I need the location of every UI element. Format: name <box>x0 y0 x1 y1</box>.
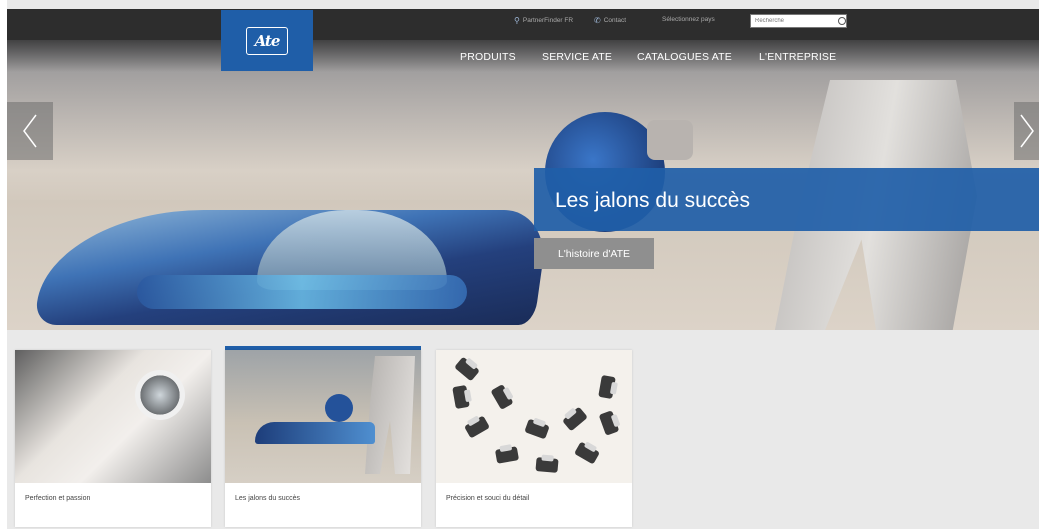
wind-tunnel-fan <box>135 370 185 420</box>
teaser-card[interactable]: Les jalons du succès <box>225 350 421 527</box>
card-image <box>436 350 632 483</box>
nav-catalogues-ate[interactable]: CATALOGUES ATE <box>637 51 732 63</box>
carousel-next-button[interactable] <box>1014 102 1039 160</box>
card-label: Perfection et passion <box>25 495 91 502</box>
search-box <box>750 14 847 28</box>
contact-link[interactable]: ✆ Contact <box>594 16 626 25</box>
chevron-right-icon <box>1019 114 1034 148</box>
teaser-card[interactable]: Perfection et passion <box>15 350 211 527</box>
card-label: Précision et souci du détail <box>446 495 530 502</box>
card-image <box>225 350 421 483</box>
country-select[interactable]: Sélectionnez pays <box>662 16 715 23</box>
history-cta-button[interactable]: L'histoire d'ATE <box>534 238 654 269</box>
hero-title: Les jalons du succès <box>555 189 750 212</box>
location-pin-icon: ⚲ <box>514 16 520 25</box>
card-image <box>15 350 211 483</box>
ate-logo[interactable]: Ate <box>221 10 313 71</box>
card-label: Les jalons du succès <box>235 495 300 502</box>
teaser-card[interactable]: Précision et souci du détail <box>436 350 632 527</box>
nav-produits[interactable]: PRODUITS <box>460 51 516 63</box>
carousel-prev-button[interactable] <box>7 102 53 160</box>
search-icon[interactable] <box>838 17 846 25</box>
nav-entreprise[interactable]: L'ENTREPRISE <box>759 51 836 63</box>
glove-image <box>647 120 693 160</box>
car-flame-decal <box>137 275 467 309</box>
chevron-left-icon <box>23 114 37 148</box>
nav-service-ate[interactable]: SERVICE ATE <box>542 51 612 63</box>
partner-finder-link[interactable]: ⚲ PartnerFinder FR <box>514 16 573 25</box>
page: Ate ⚲ PartnerFinder FR ✆ Contact Sélecti… <box>7 0 1039 529</box>
search-input[interactable] <box>751 18 835 24</box>
ate-logo-icon: Ate <box>246 26 288 55</box>
phone-icon: ✆ <box>594 16 601 25</box>
